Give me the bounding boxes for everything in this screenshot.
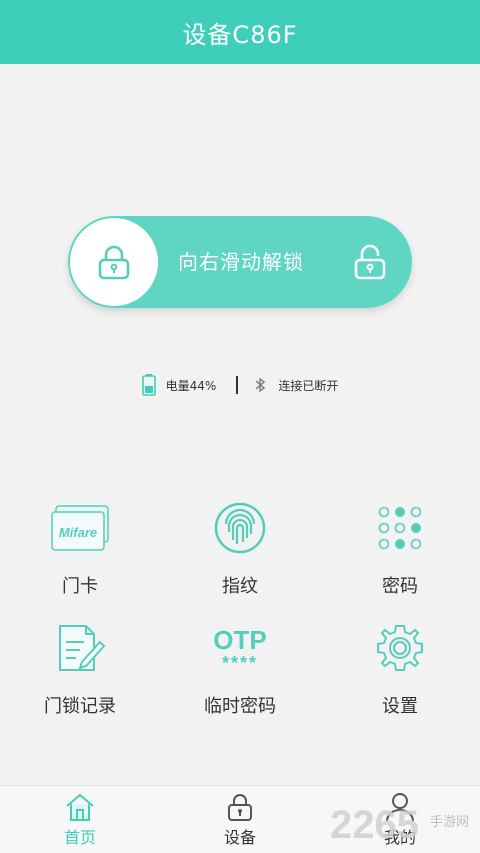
keypad-icon (378, 506, 422, 550)
slider-knob[interactable] (70, 218, 158, 306)
slider-label: 向右滑动解锁 (178, 250, 304, 274)
bluetooth-icon (255, 377, 266, 393)
unlock-icon (354, 244, 386, 280)
nav-home[interactable]: 首页 (30, 792, 130, 852)
status-divider (236, 376, 239, 394)
feature-fingerprint[interactable]: 指纹 (180, 500, 300, 600)
unlock-slider[interactable]: 向右滑动解锁 (68, 216, 412, 308)
battery-icon (141, 374, 156, 396)
page-title: 设备C86F (182, 20, 298, 49)
feature-lock-records[interactable]: 门锁记录 (20, 620, 140, 720)
gear-icon (377, 625, 423, 671)
app-header: 设备C86F (0, 0, 480, 64)
watermark-sub: 手游网 (430, 815, 469, 830)
records-icon (59, 625, 106, 671)
nav-devices[interactable]: 设备 (190, 792, 290, 852)
feature-card-label: 门卡 (62, 576, 98, 597)
nav-home-label: 首页 (63, 828, 96, 847)
feature-password-label: 密码 (382, 576, 418, 597)
feature-settings[interactable]: 设置 (340, 620, 460, 720)
card-brand-text: Mifare (59, 525, 97, 540)
feature-password[interactable]: 密码 (340, 500, 460, 600)
card-icon: Mifare (51, 505, 109, 551)
device-status: 电量44% 连接已断开 (0, 370, 480, 400)
feature-fingerprint-label: 指纹 (222, 576, 258, 597)
feature-card[interactable]: Mifare 门卡 (20, 500, 140, 600)
lock-icon (228, 794, 252, 821)
lock-icon (98, 245, 130, 280)
nav-devices-label: 设备 (223, 828, 256, 847)
feature-lock-records-label: 门锁记录 (44, 696, 116, 717)
watermark-logo: 2265 手游网 (330, 803, 469, 847)
watermark-number: 2265 (330, 803, 419, 847)
battery-text: 电量44% (165, 378, 217, 393)
otp-icon: OTP **** (213, 625, 266, 673)
home-icon (66, 793, 94, 821)
otp-text: OTP (213, 625, 266, 655)
feature-settings-label: 设置 (382, 696, 418, 717)
bluetooth-status-text: 连接已断开 (278, 378, 339, 393)
fingerprint-icon (214, 502, 266, 554)
feature-temp-password-label: 临时密码 (204, 696, 276, 717)
feature-temp-password[interactable]: OTP **** 临时密码 (180, 620, 300, 720)
otp-stars: **** (222, 653, 258, 673)
